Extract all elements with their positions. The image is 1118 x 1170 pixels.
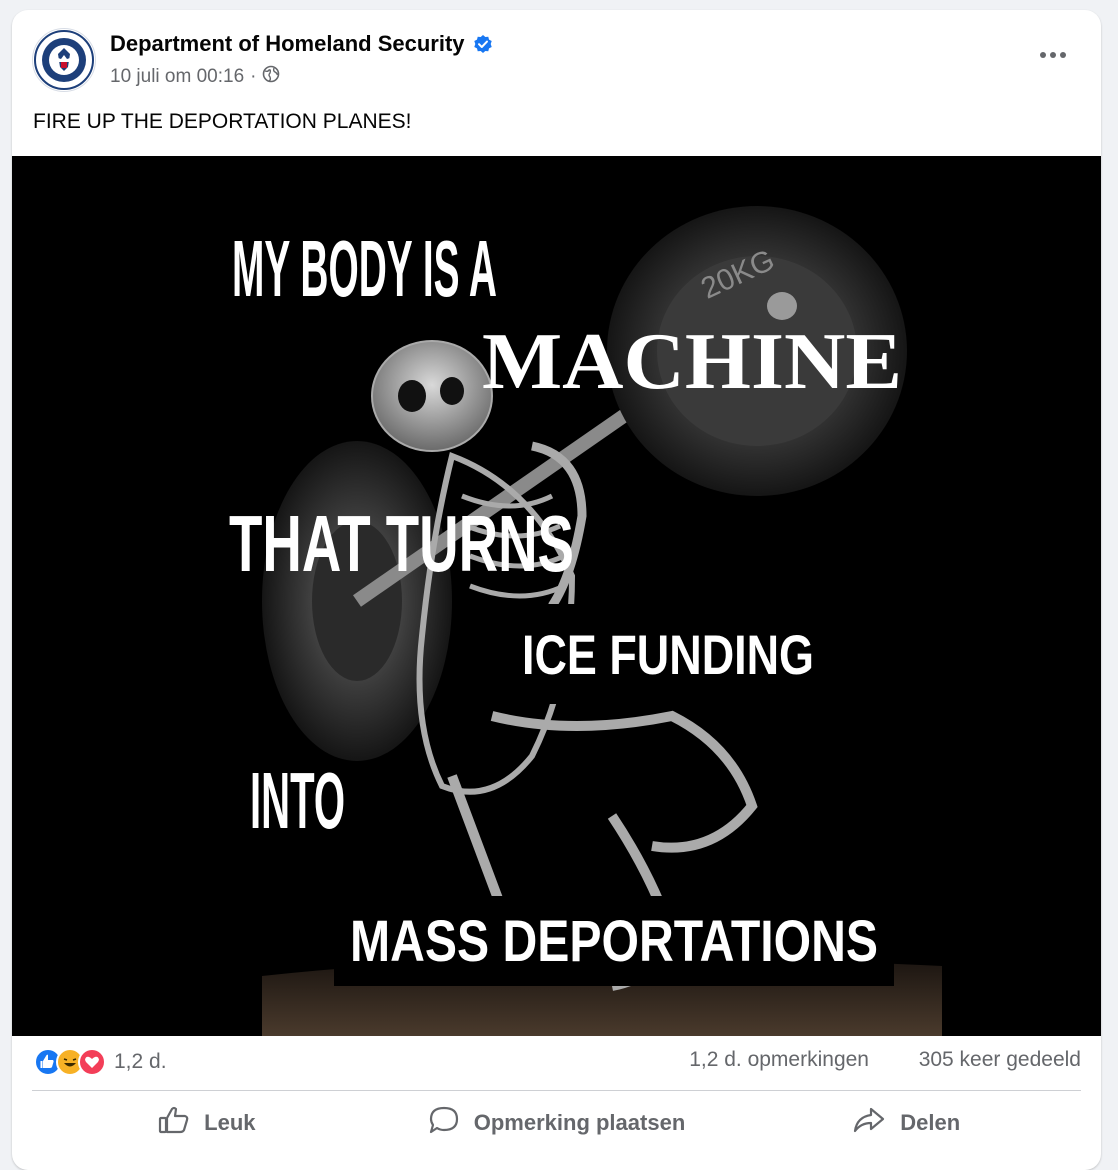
dhs-seal-icon[interactable] xyxy=(32,28,96,92)
love-reaction-icon xyxy=(78,1048,106,1076)
share-arrow-icon xyxy=(852,1105,886,1141)
page-name-row: Department of Homeland Security xyxy=(110,31,493,57)
post-header: Department of Homeland Security 10 juli … xyxy=(12,10,1101,100)
comment-button[interactable]: Opmerking plaatsen xyxy=(382,1098,732,1148)
meta-separator: · xyxy=(250,66,257,87)
like-label: Leuk xyxy=(204,1110,256,1135)
meme-line-1: MY BODY IS A xyxy=(232,224,497,313)
verified-badge-icon xyxy=(473,34,493,54)
post-text: FIRE UP THE DEPORTATION PLANES! xyxy=(33,110,412,133)
globe-icon xyxy=(262,65,280,89)
reactions-summary[interactable]: 1,2 d. xyxy=(34,1048,167,1076)
post-image[interactable]: 20KG MY BODY IS A MACHINE THAT TURNS ICE… xyxy=(12,156,1101,1036)
thumbs-up-icon xyxy=(158,1105,190,1141)
meme-line-4: ICE FUNDING xyxy=(522,623,814,686)
action-bar: Leuk Opmerking plaatsen Delen xyxy=(32,1098,1081,1148)
stats-divider xyxy=(32,1090,1081,1091)
reaction-count: 1,2 d. xyxy=(114,1050,167,1073)
post-stats: 1,2 d. 1,2 d. opmerkingen 305 keer gedee… xyxy=(12,1040,1101,1086)
more-options-icon[interactable] xyxy=(1033,40,1073,70)
meme-line-5: INTO xyxy=(250,756,345,845)
meme-line-2: MACHINE xyxy=(482,318,902,406)
meme-line-3: THAT TURNS xyxy=(229,499,574,588)
comment-bubble-icon xyxy=(428,1105,460,1141)
post-card: Department of Homeland Security 10 juli … xyxy=(12,10,1101,1170)
post-meta: 10 juli om 00:16 · xyxy=(110,65,280,89)
post-timestamp[interactable]: 10 juli om 00:16 xyxy=(110,66,244,88)
share-label: Delen xyxy=(900,1110,961,1135)
page-name[interactable]: Department of Homeland Security xyxy=(110,31,465,57)
comments-count[interactable]: 1,2 d. opmerkingen xyxy=(689,1048,869,1072)
share-button[interactable]: Delen xyxy=(731,1098,1081,1148)
like-button[interactable]: Leuk xyxy=(32,1098,382,1148)
comment-label: Opmerking plaatsen xyxy=(473,1110,686,1135)
meme-line-6: MASS DEPORTATIONS xyxy=(350,909,878,974)
shares-count[interactable]: 305 keer gedeeld xyxy=(919,1048,1081,1072)
